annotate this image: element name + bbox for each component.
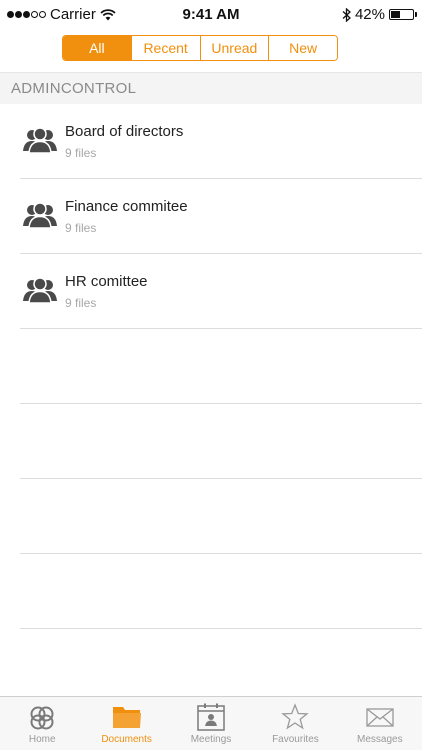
folder-list: Board of directors 9 files Finance commi… (0, 104, 422, 629)
tab-bar: Home Documents Meetings Favourites Messa… (0, 696, 422, 750)
calendar-icon (197, 703, 225, 731)
empty-row (20, 479, 422, 554)
group-icon (23, 277, 57, 304)
home-rings-icon (30, 706, 54, 730)
tab-messages[interactable]: Messages (338, 697, 422, 750)
status-bar: Carrier 9:41 AM 42% (0, 0, 422, 30)
item-file-count: 9 files (65, 146, 97, 160)
tab-label: Messages (357, 734, 403, 745)
tab-label: Favourites (272, 734, 319, 745)
item-title: Finance commitee (65, 198, 188, 215)
tab-meetings[interactable]: Meetings (169, 697, 253, 750)
tab-documents[interactable]: Documents (84, 697, 168, 750)
tab-label: Documents (101, 734, 152, 745)
item-file-count: 9 files (65, 221, 97, 235)
item-title: Board of directors (65, 123, 184, 140)
bluetooth-icon (342, 7, 351, 22)
filter-segmented-control: All Recent Unread New (62, 35, 338, 61)
item-title: HR comittee (65, 273, 148, 290)
filter-new[interactable]: New (268, 36, 337, 60)
envelope-icon (366, 708, 394, 727)
group-icon (23, 127, 57, 154)
list-item[interactable]: Finance commitee 9 files (20, 179, 422, 254)
tab-home[interactable]: Home (0, 697, 84, 750)
status-right: 42% (342, 6, 417, 23)
item-file-count: 9 files (65, 296, 97, 310)
battery-icon (389, 9, 417, 20)
section-header: ADMINCONTROL (0, 72, 422, 104)
battery-level (391, 11, 400, 18)
filter-all[interactable]: All (63, 36, 131, 60)
list-item[interactable]: Board of directors 9 files (20, 104, 422, 179)
list-item[interactable]: HR comittee 9 files (20, 254, 422, 329)
tab-favourites[interactable]: Favourites (253, 697, 337, 750)
filter-recent[interactable]: Recent (130, 36, 200, 60)
empty-row (20, 404, 422, 479)
empty-row (20, 329, 422, 404)
folder-icon (112, 707, 141, 728)
filter-unread[interactable]: Unread (199, 36, 269, 60)
empty-row (20, 554, 422, 629)
group-icon (23, 202, 57, 229)
tab-label: Home (28, 734, 56, 745)
tab-label: Meetings (190, 734, 232, 745)
star-icon (281, 703, 310, 730)
battery-percent: 42% (354, 6, 385, 23)
